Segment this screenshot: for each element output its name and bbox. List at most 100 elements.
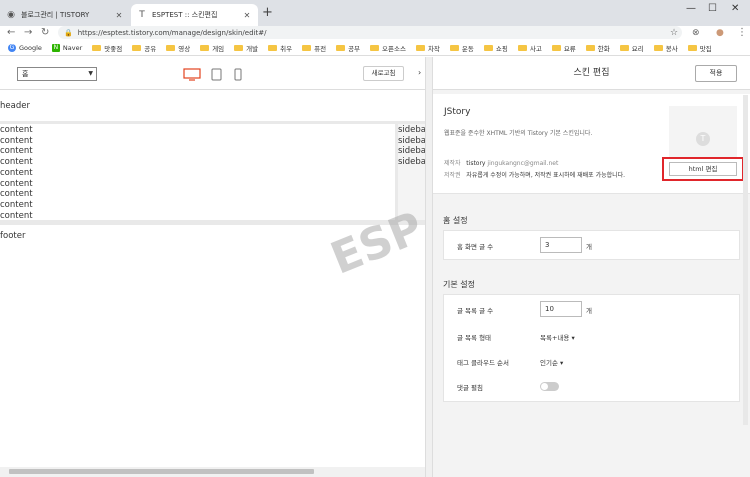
avatar[interactable]: ● — [716, 26, 724, 40]
dropdown-caret-icon: ▾ — [560, 359, 564, 367]
tistory-logo-icon: T — [696, 132, 710, 146]
bookmark-folder[interactable]: 맛좋점 — [92, 43, 122, 53]
browser-tabstrip: ◉ 블로그관리 | TISTORY ✕ T ESPTEST :: 스킨편집 ✕ … — [0, 0, 750, 26]
bookmark-folder[interactable]: 차작 — [415, 43, 440, 53]
home-settings-title: 홈 설정 — [443, 216, 468, 225]
tistory-favicon-icon: T — [139, 10, 145, 20]
close-tab-icon[interactable]: ✕ — [242, 11, 252, 20]
lock-icon: 🔒 — [64, 28, 73, 37]
bookmark-folder[interactable]: 취우 — [268, 43, 292, 53]
bookmark-star-icon[interactable]: ☆ — [670, 26, 678, 40]
folder-icon — [234, 44, 244, 51]
folder-icon — [653, 44, 663, 51]
folder-icon — [166, 44, 176, 51]
bookmark-folder[interactable]: 맛집 — [687, 43, 712, 53]
bookmark-naver[interactable]: N Naver — [51, 43, 82, 52]
comment-fold-label: 댓글 펼침 — [457, 384, 483, 392]
html-edit-button[interactable]: html 편집 — [669, 162, 737, 176]
basic-settings-box: 글 목록 글 수 10 개 글 목록 형태 목록+내용 ▾ 태그 클라우드 순서… — [443, 294, 740, 402]
tag-order-dropdown[interactable]: 인기순 ▾ — [540, 357, 563, 367]
vertical-scrollbar[interactable] — [743, 95, 748, 425]
list-count-unit: 개 — [586, 307, 592, 315]
home-settings-box: 홈 화면 글 수 3 개 — [443, 230, 740, 260]
desktop-view-icon[interactable] — [183, 68, 201, 81]
refresh-button[interactable]: 새로고침 — [363, 66, 404, 81]
bookmark-folder[interactable]: 한화 — [585, 43, 610, 53]
page-select[interactable]: 홈 ▼ — [17, 67, 97, 81]
reload-icon[interactable]: ↻ — [41, 26, 49, 40]
tablet-view-icon[interactable] — [211, 68, 222, 81]
naver-icon: N — [51, 43, 60, 52]
menu-icon[interactable]: ⋮ — [737, 26, 747, 40]
bookmark-folder[interactable]: 요리 — [619, 43, 644, 53]
skin-description: 웹표준을 준수한 XHTML 기반의 Tistory 기본 스킨입니다. — [444, 130, 593, 137]
bookmark-folder[interactable]: 오픈소스 — [370, 43, 406, 53]
bookmark-folder[interactable]: 봉사 — [653, 43, 678, 53]
bookmark-folder[interactable]: 쇼핑 — [483, 43, 508, 53]
folder-icon — [200, 44, 210, 51]
tab-title: ESPTEST :: 스킨편집 — [152, 11, 218, 19]
bookmark-folder[interactable]: 요류 — [551, 43, 576, 53]
back-icon[interactable]: ← — [7, 26, 15, 40]
google-icon: G — [8, 43, 16, 52]
bookmark-folder[interactable]: 공부 — [336, 43, 360, 53]
skin-name: JStory — [444, 107, 471, 117]
mobile-view-icon[interactable] — [234, 68, 242, 81]
tistory-favicon-icon: ◉ — [7, 10, 15, 20]
close-window-icon[interactable]: ✕ — [731, 3, 739, 14]
skin-preview: header content content content content c… — [0, 91, 425, 467]
panel-header: 스킨 편집 적용 — [433, 57, 750, 90]
tab-title: 블로그관리 | TISTORY — [21, 11, 90, 19]
tab-blog-manage[interactable]: ◉ 블로그관리 | TISTORY ✕ — [0, 4, 130, 26]
skin-license: 저작권 자유롭게 수정이 가능하며, 저작권 표시하에 재배포 가능합니다. — [444, 172, 626, 179]
folder-icon — [551, 44, 561, 51]
list-type-dropdown[interactable]: 목록+내용 ▾ — [540, 332, 575, 342]
collapse-panel-icon[interactable]: › — [418, 68, 421, 77]
bookmark-folder[interactable]: 퓨전 — [302, 43, 326, 53]
bookmark-folder[interactable]: 사고 — [517, 43, 542, 53]
bookmark-google[interactable]: G Google — [8, 43, 42, 52]
folder-icon — [92, 44, 102, 51]
bookmark-folder[interactable]: 공유 — [132, 43, 156, 53]
url-field[interactable]: 🔒 https://esptest.tistory.com/manage/des… — [58, 26, 682, 39]
home-posts-input[interactable]: 3 — [540, 237, 582, 253]
bookmark-folder[interactable]: 개발 — [234, 43, 258, 53]
extension-icon[interactable]: ⊗ — [692, 26, 700, 40]
horizontal-scrollbar[interactable] — [0, 467, 425, 477]
tab-skin-edit[interactable]: T ESPTEST :: 스킨편집 ✕ — [131, 4, 258, 26]
apply-button[interactable]: 적용 — [695, 65, 737, 82]
maximize-icon[interactable]: ☐ — [708, 3, 717, 14]
folder-icon — [687, 44, 697, 51]
folder-icon — [302, 44, 312, 51]
preview-content: content content content content content … — [0, 124, 395, 221]
close-tab-icon[interactable]: ✕ — [114, 11, 124, 20]
forward-icon[interactable]: → — [24, 26, 32, 40]
home-posts-label: 홈 화면 글 수 — [457, 243, 494, 251]
minimize-icon[interactable]: — — [686, 3, 696, 14]
folder-icon — [449, 44, 459, 51]
new-tab-button[interactable]: + — [262, 5, 273, 20]
folder-icon — [619, 44, 629, 51]
list-count-label: 글 목록 글 수 — [457, 307, 494, 315]
preview-header: header — [0, 91, 425, 121]
address-bar-row: ← → ↻ 🔒 https://esptest.tistory.com/mana… — [0, 26, 750, 40]
tag-order-label: 태그 클라우드 순서 — [457, 359, 509, 367]
list-count-input[interactable]: 10 — [540, 301, 582, 317]
bookmark-folder[interactable]: 게임 — [200, 43, 224, 53]
folder-icon — [336, 44, 346, 51]
preview-toolbar: 홈 ▼ 새로고침 › — [0, 57, 425, 90]
comment-fold-toggle[interactable] — [540, 382, 559, 391]
url-text: https://esptest.tistory.com/manage/desig… — [77, 28, 267, 37]
skin-settings-panel: 스킨 편집 적용 JStory 웹표준을 준수한 XHTML 기반의 Tisto… — [433, 57, 750, 477]
folder-icon — [483, 44, 493, 51]
folder-icon — [415, 44, 425, 51]
skin-maker: 제작자 tistory jingukangnc@gmail.net — [444, 160, 559, 167]
scrollbar-thumb[interactable] — [9, 469, 314, 474]
pane-divider[interactable] — [425, 57, 433, 477]
bookmark-folder[interactable]: 영상 — [166, 43, 190, 53]
bookmarks-bar: G Google N Naver 맛좋점 공유 영상 게임 개발 취우 퓨전 공부 … — [0, 40, 750, 56]
bookmark-folder[interactable]: 운동 — [449, 43, 474, 53]
toggle-knob — [541, 383, 548, 390]
folder-icon — [268, 44, 278, 51]
html-edit-highlight: html 편집 — [662, 157, 744, 181]
